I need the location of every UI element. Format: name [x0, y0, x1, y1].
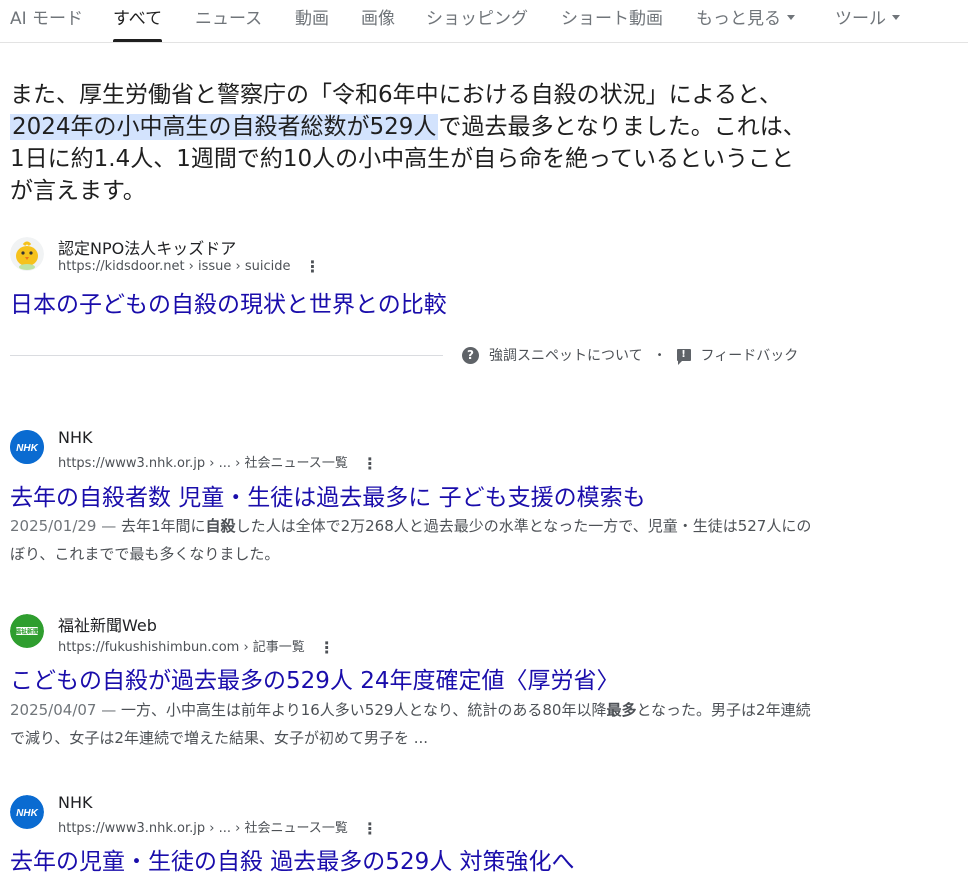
tab-ai-mode[interactable]: AI モード	[10, 4, 83, 42]
about-snippet-link[interactable]: 強調スニペットについて	[489, 348, 643, 364]
snippet-text-before: また、厚生労働省と警察庁の「令和6年中における自殺の状況」によると、	[10, 82, 783, 108]
result-date: 2025/01/29 —	[10, 517, 121, 535]
tab-tools-label: ツール	[835, 9, 886, 29]
tab-images[interactable]: 画像	[361, 4, 395, 42]
search-tabs: AI モード すべて ニュース 動画 画像 ショッピング ショート動画 もっと見…	[0, 0, 968, 43]
fukushi-logo-text: 福祉新聞	[14, 628, 39, 636]
feedback-link[interactable]: フィードバック	[701, 348, 799, 364]
separator-dot: •	[656, 349, 663, 361]
more-options-icon[interactable]: ⋮	[319, 639, 335, 655]
result-title[interactable]: 去年の自殺者数 児童・生徒は過去最多に 子ども支援の模索も	[10, 478, 646, 512]
source-url: https://www3.nhk.or.jp › ... › 社会ニュース一覧 ⋮	[58, 452, 378, 471]
desc-bold: 自殺	[205, 517, 236, 535]
feedback-icon: !	[676, 349, 691, 365]
source-url-text: https://www3.nhk.or.jp › ... › 社会ニュース一覧	[58, 456, 348, 471]
fukushi-logo-icon: 福祉新聞	[10, 614, 44, 648]
tab-more[interactable]: もっと見る	[696, 4, 795, 42]
result-title[interactable]: 去年の児童・生徒の自殺 過去最多の529人 対策強化へ	[10, 842, 575, 876]
source-url-text: https://www3.nhk.or.jp › ... › 社会ニュース一覧	[58, 821, 348, 836]
more-options-icon[interactable]: ⋮	[305, 258, 321, 274]
tab-shopping[interactable]: ショッピング	[426, 4, 528, 42]
featured-snippet-text: また、厚生労働省と警察庁の「令和6年中における自殺の状況」によると、 2024年の…	[10, 79, 810, 207]
snippet-feedback-row: ? 強調スニペットについて •! フィードバック	[462, 345, 798, 365]
desc-text: 去年1年間に	[121, 517, 206, 535]
tab-news[interactable]: ニュース	[195, 4, 262, 42]
nhk-logo-text: NHK	[16, 808, 38, 819]
tab-short-videos[interactable]: ショート動画	[561, 4, 663, 42]
source-url-text: https://fukushishimbun.com › 記事一覧	[58, 640, 305, 655]
caret-down-icon	[892, 14, 900, 20]
desc-bold: 最多	[606, 701, 637, 719]
help-icon: ?	[462, 346, 479, 364]
snippet-divider	[10, 355, 443, 356]
source-url: https://www3.nhk.or.jp › ... › 社会ニュース一覧 ⋮	[58, 817, 378, 836]
result-title[interactable]: こどもの自殺が過去最多の529人 24年度確定値〈厚労省〉	[10, 661, 619, 695]
tab-tools[interactable]: ツール	[835, 4, 900, 42]
source-name: NHK	[58, 793, 93, 812]
source-name: 認定NPO法人キッズドア	[58, 239, 237, 258]
featured-result-title[interactable]: 日本の子どもの自殺の現状と世界との比較	[10, 285, 447, 319]
result-description: 2025/01/29 — 去年1年間に自殺した人は全体で2万268人と過去最少の…	[10, 512, 825, 568]
more-options-icon[interactable]: ⋮	[362, 455, 378, 471]
source-url: https://fukushishimbun.com › 記事一覧 ⋮	[58, 636, 335, 655]
source-url: https://kidsdoor.net › issue › suicide ⋮	[58, 258, 321, 274]
tab-videos[interactable]: 動画	[295, 4, 329, 42]
result-date: 2025/04/07 —	[10, 701, 121, 719]
source-url-text: https://kidsdoor.net › issue › suicide	[58, 259, 291, 274]
source-name: 福祉新聞Web	[58, 616, 157, 635]
tab-all[interactable]: すべて	[113, 4, 163, 42]
result-description: 2025/04/07 — 一方、小中高生は前年より16人多い529人となり、統計…	[10, 696, 825, 752]
tab-more-label: もっと見る	[696, 9, 781, 29]
desc-text: 一方、小中高生は前年より16人多い529人となり、統計のある80年以降	[121, 701, 607, 719]
kidsdoor-chick-icon	[10, 237, 44, 271]
more-options-icon[interactable]: ⋮	[362, 820, 378, 836]
nhk-logo-text: NHK	[16, 443, 38, 454]
nhk-logo-icon: NHK	[10, 430, 44, 464]
source-name: NHK	[58, 428, 93, 447]
nhk-logo-icon: NHK	[10, 795, 44, 829]
snippet-highlight: 2024年の小中高生の自殺者総数が529人	[10, 114, 439, 140]
caret-down-icon	[787, 14, 795, 20]
